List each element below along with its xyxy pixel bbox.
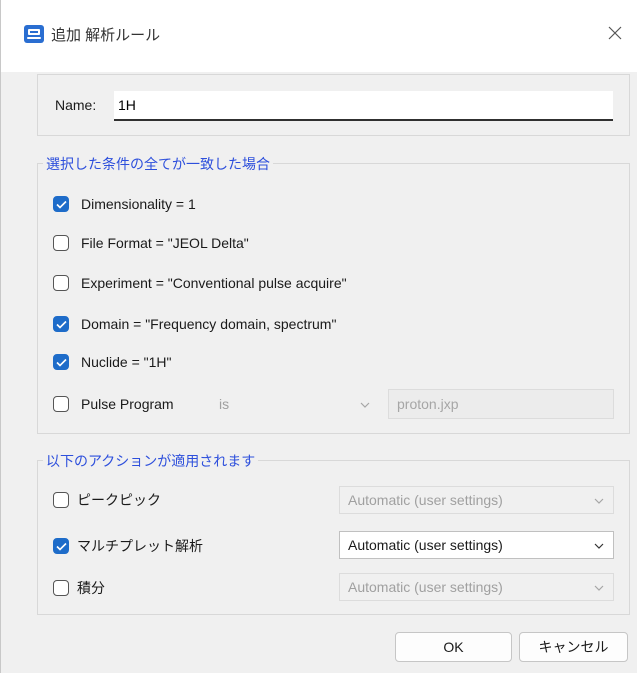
chevron-down-icon [593, 494, 605, 506]
condition-pulse-program[interactable]: Pulse Program [53, 393, 174, 415]
window-title: 追加 解析ルール [51, 27, 161, 44]
pulse-operator-dropdown[interactable]: is [211, 390, 379, 418]
checkbox-unchecked[interactable] [53, 275, 69, 291]
peak-pick-dropdown[interactable]: Automatic (user settings) [339, 486, 614, 514]
ok-button[interactable]: OK [395, 632, 512, 662]
multiplet-dropdown[interactable]: Automatic (user settings) [339, 531, 614, 559]
condition-label: Dimensionality = 1 [81, 196, 196, 212]
dropdown-value: Automatic (user settings) [348, 492, 503, 508]
condition-domain[interactable]: Domain = "Frequency domain, spectrum" [53, 313, 336, 335]
pulse-program-field[interactable]: proton.jxp [388, 389, 614, 419]
checkbox-checked[interactable] [53, 538, 69, 554]
title-bar: 追加 解析ルール [1, 0, 637, 72]
chevron-down-icon [593, 581, 605, 593]
condition-label: File Format = "JEOL Delta" [81, 235, 249, 251]
pulse-operator-value: is [219, 396, 230, 412]
checkbox-checked[interactable] [53, 196, 69, 212]
integration-dropdown[interactable]: Automatic (user settings) [339, 573, 614, 601]
condition-label: Nuclide = "1H" [81, 354, 172, 370]
actions-group-title: 以下のアクションが適用されます [43, 451, 259, 471]
action-multiplet-analysis[interactable]: マルチプレット解析 [53, 535, 203, 557]
name-input[interactable] [114, 91, 613, 121]
checkbox-unchecked[interactable] [53, 396, 69, 412]
checkbox-unchecked[interactable] [53, 492, 69, 508]
condition-label: Experiment = "Conventional pulse acquire… [81, 275, 347, 291]
condition-label: Pulse Program [81, 396, 174, 412]
condition-experiment[interactable]: Experiment = "Conventional pulse acquire… [53, 272, 347, 294]
cancel-button[interactable]: キャンセル [519, 632, 628, 662]
condition-file-format[interactable]: File Format = "JEOL Delta" [53, 232, 249, 254]
condition-label: Domain = "Frequency domain, spectrum" [81, 316, 337, 332]
dialog-window: 追加 解析ルール Name: 選択した条件の全てが一致した場合 Dimensio… [0, 0, 637, 673]
action-peak-pick[interactable]: ピークピック [53, 489, 161, 511]
checkbox-checked[interactable] [53, 354, 69, 370]
condition-nuclide[interactable]: Nuclide = "1H" [53, 351, 171, 373]
condition-dimensionality[interactable]: Dimensionality = 1 [53, 193, 196, 215]
action-label: ピークピック [77, 492, 161, 508]
app-icon [24, 25, 44, 43]
name-label: Name: [55, 97, 97, 113]
chevron-down-icon [593, 539, 605, 551]
action-integration[interactable]: 積分 [53, 577, 105, 599]
action-label: マルチプレット解析 [77, 538, 203, 554]
dropdown-value: Automatic (user settings) [348, 537, 503, 553]
close-icon[interactable] [602, 20, 628, 46]
checkbox-checked[interactable] [53, 316, 69, 332]
checkbox-unchecked[interactable] [53, 235, 69, 251]
action-label: 積分 [77, 580, 105, 596]
dropdown-value: Automatic (user settings) [348, 579, 503, 595]
checkbox-unchecked[interactable] [53, 580, 69, 596]
chevron-down-icon [359, 398, 371, 410]
conditions-group-title: 選択した条件の全てが一致した場合 [43, 154, 273, 174]
